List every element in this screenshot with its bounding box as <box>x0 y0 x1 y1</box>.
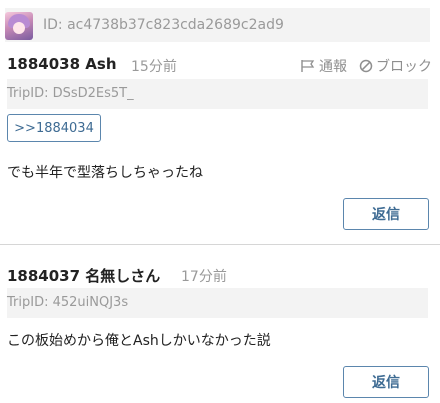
post-time: 15分前 <box>131 59 177 75</box>
post-1884037: 1884037 名無しさん 17分前 TripID: 452uiNQJ3s この… <box>0 265 440 403</box>
post-header: 1884038 Ash 15分前 通報 ブロック <box>7 55 432 75</box>
thread-view: ID: ac4738b37c823cda2689c2ad9 1884038 As… <box>0 0 440 403</box>
post-time: 17分前 <box>181 269 227 285</box>
reply-button[interactable]: 返信 <box>343 366 429 398</box>
trip-id-bar: TripID: 452uiNQJ3s <box>7 288 428 318</box>
block-icon <box>359 59 373 73</box>
user-id-bar: ID: ac4738b37c823cda2689c2ad9 <box>5 8 430 42</box>
report-label: 通報 <box>319 59 347 75</box>
report-button[interactable]: 通報 <box>300 56 347 76</box>
trip-id: TripID: DSsD2Es5T_ <box>7 86 134 101</box>
anime-avatar-icon[interactable] <box>5 12 33 40</box>
reply-button[interactable]: 返信 <box>343 198 429 230</box>
trip-id: TripID: 452uiNQJ3s <box>7 295 129 310</box>
anchor-link-button[interactable]: >>1884034 <box>7 114 101 142</box>
block-label: ブロック <box>376 59 432 75</box>
post-actions: 通報 ブロック <box>300 56 432 76</box>
user-id-text: ID: ac4738b37c823cda2689c2ad9 <box>43 17 284 33</box>
post-divider <box>0 244 440 245</box>
post-header: 1884037 名無しさん 17分前 <box>7 265 432 285</box>
block-button[interactable]: ブロック <box>359 56 432 76</box>
post-1884038: 1884038 Ash 15分前 通報 ブロック TripID: DSsD2Es… <box>0 55 440 235</box>
trip-id-bar: TripID: DSsD2Es5T_ <box>7 79 428 109</box>
flag-icon <box>301 60 315 72</box>
post-number-name: 1884037 名無しさん <box>7 267 161 285</box>
post-body: この板始めから俺とAshしかいなかった説 <box>7 333 271 349</box>
post-body: でも半年で型落ちしちゃったね <box>7 165 203 181</box>
post-number-name: 1884038 Ash <box>7 55 117 73</box>
